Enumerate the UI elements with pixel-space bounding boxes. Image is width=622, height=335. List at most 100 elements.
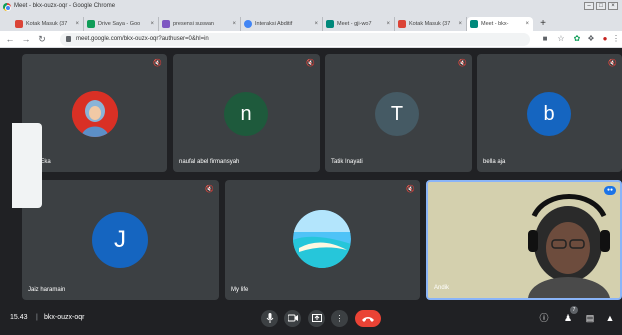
- meeting-code: bkx-ouzx-oqr: [44, 314, 85, 321]
- maximize-button[interactable]: □: [596, 2, 606, 10]
- extension-icon[interactable]: ✿: [572, 34, 582, 44]
- drive-icon: [87, 20, 95, 28]
- hang-up-phone-icon: [362, 317, 374, 322]
- gmail-icon: [15, 20, 23, 28]
- camera-indicator-icon[interactable]: ■: [540, 34, 550, 44]
- participant-name: My life: [231, 287, 249, 293]
- tab-close-icon[interactable]: ×: [386, 17, 390, 31]
- tab-close-icon[interactable]: ×: [525, 17, 529, 31]
- mic-muted-icon: 🔇: [306, 60, 315, 67]
- reload-icon[interactable]: ↻: [36, 33, 48, 45]
- participant-name: bella aja: [483, 159, 506, 165]
- tab-label: presensi suswan: [173, 21, 214, 27]
- microphone-icon: [266, 313, 273, 323]
- tab-label: Meet - bkx-: [481, 21, 509, 27]
- avatar: n: [224, 92, 268, 136]
- tab-close-icon[interactable]: ×: [75, 17, 79, 31]
- avatar-beach-photo-icon: [293, 210, 351, 268]
- toolbar: ← → ↻ meet.google.com/bkx-ouzx-oqr?authu…: [0, 31, 622, 48]
- video-camera-icon: [287, 314, 298, 322]
- meeting-controls-bar: 15.43 | bkx-ouzx-oqr ⋮ ⓘ ♟ 7 ▤ ▲: [0, 303, 622, 335]
- video-feed: [428, 182, 620, 298]
- tab-interaksi[interactable]: Interaksi Abditif ×: [241, 17, 323, 31]
- participant-name: Tatik Inayati: [331, 159, 363, 165]
- meet-grid: 🔇 Sira Eka 🔇 n naufal abel firmansyah 🔇 …: [0, 48, 622, 335]
- present-button[interactable]: [308, 310, 325, 327]
- activities-icon[interactable]: ▲: [604, 312, 616, 324]
- tab-label: Meet - gji-wo7: [337, 21, 372, 27]
- menu-dots-icon[interactable]: ⋮: [611, 34, 621, 44]
- tab-gmail-1[interactable]: Kotak Masuk (37 ×: [12, 17, 84, 31]
- close-window-button[interactable]: ×: [608, 2, 618, 10]
- tab-gmail-2[interactable]: Kotak Masuk (37 ×: [395, 17, 467, 31]
- camera-button[interactable]: [284, 310, 301, 327]
- mic-muted-icon: 🔇: [458, 60, 467, 67]
- participant-tile[interactable]: 🔇 n naufal abel firmansyah: [173, 54, 320, 172]
- bookmark-star-icon[interactable]: ☆: [556, 34, 566, 44]
- clock: 15.43: [10, 314, 28, 321]
- tab-close-icon[interactable]: ×: [314, 17, 318, 31]
- window-controls: – □ ×: [584, 2, 618, 10]
- loading-icon: [244, 20, 252, 28]
- mic-muted-icon: 🔇: [406, 186, 415, 193]
- tab-meet-1[interactable]: Meet - gji-wo7 ×: [323, 17, 395, 31]
- back-arrow-icon[interactable]: ←: [4, 33, 16, 45]
- tab-label: Interaksi Abditif: [255, 21, 293, 27]
- separator: |: [36, 314, 38, 321]
- forms-icon: [162, 20, 170, 28]
- tab-close-icon[interactable]: ×: [458, 17, 462, 31]
- puzzle-icon[interactable]: ❖: [586, 34, 596, 44]
- participant-tile[interactable]: 🔇 My life: [225, 180, 420, 300]
- mic-muted-icon: 🔇: [608, 60, 617, 67]
- more-options-button[interactable]: ⋮: [331, 310, 348, 327]
- avatar-photo-icon: [72, 91, 118, 137]
- tab-strip: Kotak Masuk (37 × Drive Saya - Goo × pre…: [0, 13, 622, 31]
- browser-window: Meet - bkx-ouzx-oqr - Google Chrome – □ …: [0, 0, 622, 335]
- chat-icon[interactable]: ▤: [584, 312, 596, 324]
- avatar: [293, 210, 351, 268]
- title-bar: Meet - bkx-ouzx-oqr - Google Chrome – □ …: [0, 0, 622, 13]
- mic-button[interactable]: [261, 310, 278, 327]
- people-count-badge: 7: [570, 306, 578, 314]
- tab-label: Drive Saya - Goo: [98, 21, 141, 27]
- window-title: Meet - bkx-ouzx-oqr - Google Chrome: [14, 3, 116, 9]
- gmail-icon: [398, 20, 406, 28]
- tab-label: Kotak Masuk (37: [26, 21, 68, 27]
- present-screen-icon: [311, 314, 322, 322]
- avatar: [72, 91, 118, 137]
- participant-name: Jaiz haramain: [28, 287, 66, 293]
- more-vert-icon: ⋮: [335, 314, 344, 323]
- side-panel-handle[interactable]: [12, 123, 42, 208]
- new-tab-button[interactable]: +: [537, 18, 549, 30]
- mic-muted-icon: 🔇: [205, 186, 214, 193]
- participant-tile-active[interactable]: ●● Andik: [426, 180, 622, 300]
- profile-icon[interactable]: ●: [600, 34, 610, 44]
- url-text: meet.google.com/bkx-ouzx-oqr?authuser=0&…: [76, 36, 209, 42]
- info-icon[interactable]: ⓘ: [538, 312, 550, 324]
- participant-name: naufal abel firmansyah: [179, 159, 240, 165]
- meet-icon: [470, 20, 478, 28]
- avatar: J: [92, 212, 148, 268]
- participant-tile[interactable]: 🔇 J Jaiz haramain: [22, 180, 219, 300]
- meet-icon: [326, 20, 334, 28]
- forward-arrow-icon[interactable]: →: [20, 33, 32, 45]
- tab-drive[interactable]: Drive Saya - Goo ×: [84, 17, 159, 31]
- chrome-logo-icon: [3, 3, 11, 11]
- tab-presensi[interactable]: presensi suswan ×: [159, 17, 241, 31]
- tab-label: Kotak Masuk (37: [409, 21, 451, 27]
- address-bar[interactable]: meet.google.com/bkx-ouzx-oqr?authuser=0&…: [60, 33, 530, 46]
- participant-tile[interactable]: 🔇 Sira Eka: [22, 54, 167, 172]
- speaking-indicator-icon: ●●: [604, 186, 616, 195]
- leave-call-button[interactable]: [355, 310, 381, 327]
- participant-name: Andik: [434, 285, 450, 291]
- avatar: b: [527, 92, 571, 136]
- tab-close-icon[interactable]: ×: [150, 17, 154, 31]
- tab-meet-active[interactable]: Meet - bkx- ×: [467, 17, 533, 31]
- mic-muted-icon: 🔇: [153, 60, 162, 67]
- minimize-button[interactable]: –: [584, 2, 594, 10]
- tab-close-icon[interactable]: ×: [232, 17, 236, 31]
- avatar: T: [375, 92, 419, 136]
- participant-tile[interactable]: 🔇 T Tatik Inayati: [325, 54, 472, 172]
- participant-tile[interactable]: 🔇 b bella aja: [477, 54, 622, 172]
- lock-icon: [66, 36, 71, 42]
